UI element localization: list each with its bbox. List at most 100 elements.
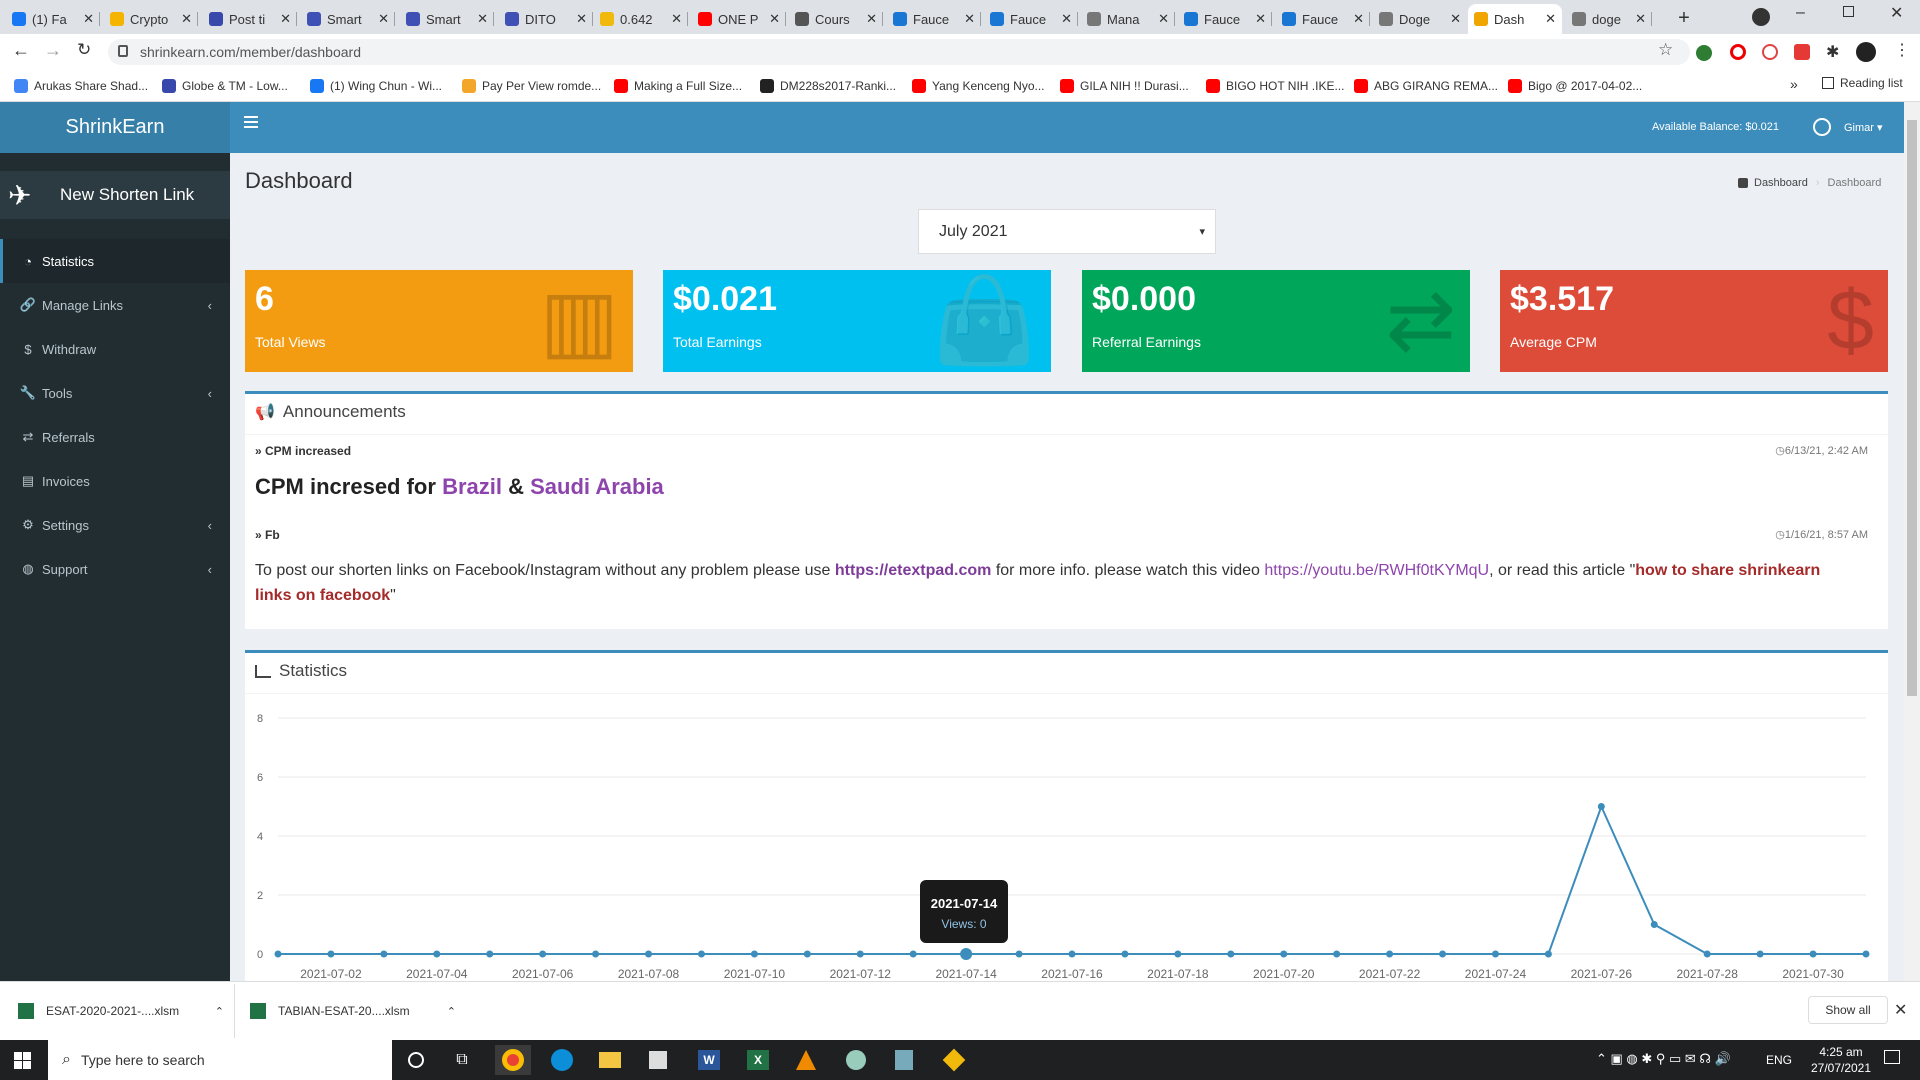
bookmark-item[interactable]: Arukas Share Shad... — [14, 76, 148, 96]
close-tab-icon[interactable]: ✕ — [1158, 11, 1169, 27]
extensions-puzzle-icon[interactable]: ✱ — [1826, 42, 1839, 62]
file-explorer-icon[interactable] — [592, 1045, 628, 1075]
show-all-button[interactable]: Show all — [1808, 996, 1888, 1024]
bookmark-star-icon[interactable]: ☆ — [1658, 40, 1673, 60]
user-menu[interactable]: Gimar ▾ — [1844, 121, 1883, 134]
browser-tab[interactable]: Fauce ✕ — [1276, 4, 1370, 34]
close-tab-icon[interactable]: ✕ — [280, 11, 291, 27]
close-window-button[interactable]: ✕ — [1890, 3, 1903, 23]
browser-tab[interactable]: Smart ✕ — [301, 4, 395, 34]
browser-tab[interactable]: Fauce ✕ — [984, 4, 1078, 34]
sidebar-item-referrals[interactable]: ⇄ Referrals — [0, 415, 230, 459]
new-shorten-link-button[interactable]: ✈ New Shorten Link — [0, 171, 230, 219]
close-tab-icon[interactable]: ✕ — [1353, 11, 1364, 27]
close-tab-icon[interactable]: ✕ — [1450, 11, 1461, 27]
address-bar[interactable]: shrinkearn.com/member/dashboard — [108, 39, 1690, 65]
download-item[interactable]: ESAT-2020-2021-....xlsm ⌃ — [18, 996, 228, 1026]
forward-icon[interactable]: → — [44, 40, 62, 61]
close-tab-icon[interactable]: ✕ — [83, 11, 94, 27]
taskbar-search[interactable]: ⌕ Type here to search — [48, 1040, 392, 1080]
browser-tab[interactable]: doge ✕ — [1566, 4, 1652, 34]
bookmarks-overflow-icon[interactable]: » — [1790, 76, 1798, 92]
language-indicator[interactable]: ENG — [1766, 1053, 1792, 1067]
bookmark-item[interactable]: Bigo @ 2017-04-02... — [1508, 76, 1642, 96]
sidebar-item-tools[interactable]: 🔧 Tools ‹ — [0, 371, 230, 415]
system-tray[interactable]: ⌃ ▣ ◍ ✱ ⚲ ▭ ✉ ☊ 🔊 — [1596, 1051, 1731, 1067]
bookmark-item[interactable]: DM228s2017-Ranki... — [760, 76, 896, 96]
bookmark-item[interactable]: GILA NIH !! Durasi... — [1060, 76, 1189, 96]
close-tab-icon[interactable]: ✕ — [1255, 11, 1266, 27]
close-tab-icon[interactable]: ✕ — [1635, 11, 1646, 27]
new-tab-button[interactable]: + — [1672, 6, 1696, 30]
maximize-button[interactable] — [1843, 6, 1854, 17]
scrollbar-thumb[interactable] — [1907, 120, 1917, 696]
browser-tab[interactable]: Dash ✕ — [1468, 4, 1562, 34]
download-item[interactable]: TABIAN-ESAT-20....xlsm ⌃ — [250, 996, 460, 1026]
back-icon[interactable]: ← — [12, 40, 30, 61]
profile-avatar[interactable] — [1856, 42, 1876, 62]
browser-tab[interactable]: Mana ✕ — [1081, 4, 1175, 34]
browser-tab[interactable]: DITO ✕ — [499, 4, 593, 34]
word-icon[interactable]: W — [691, 1045, 727, 1075]
sidebar-item-invoices[interactable]: ▤ Invoices — [0, 459, 230, 503]
bookmark-item[interactable]: Globe & TM - Low... — [162, 76, 288, 96]
app-icon-1[interactable] — [838, 1045, 874, 1075]
breadcrumb-link[interactable]: Dashboard — [1754, 177, 1808, 189]
bookmark-item[interactable]: ABG GIRANG REMA... — [1354, 76, 1498, 96]
bookmark-item[interactable]: Pay Per View romde... — [462, 76, 601, 96]
close-tab-icon[interactable]: ✕ — [866, 11, 877, 27]
month-select[interactable]: July 2021 ▾ — [918, 209, 1216, 254]
bookmark-item[interactable]: Making a Full Size... — [614, 76, 742, 96]
store-icon[interactable] — [640, 1045, 676, 1075]
reload-icon[interactable]: ↻ — [77, 40, 91, 60]
sidebar-item-withdraw[interactable]: $ Withdraw — [0, 327, 230, 371]
minimize-button[interactable]: – — [1796, 4, 1805, 22]
browser-tab[interactable]: ONE P ✕ — [692, 4, 786, 34]
sidebar-item-settings[interactable]: ⚙ Settings ‹ — [0, 503, 230, 547]
browser-tab[interactable]: Crypto ✕ — [104, 4, 198, 34]
close-tab-icon[interactable]: ✕ — [576, 11, 587, 27]
close-tab-icon[interactable]: ✕ — [964, 11, 975, 27]
browser-tab[interactable]: 0.642 ✕ — [594, 4, 688, 34]
sidebar-item-statistics[interactable]: ◔ Statistics — [0, 239, 230, 283]
browser-tab[interactable]: Cours ✕ — [789, 4, 883, 34]
close-tab-icon[interactable]: ✕ — [477, 11, 488, 27]
browser-tab[interactable]: (1) Fa ✕ — [6, 4, 100, 34]
bookmark-item[interactable]: Yang Kenceng Nyo... — [912, 76, 1045, 96]
excel-icon[interactable]: X — [740, 1045, 776, 1075]
clock[interactable]: 4:25 am 27/07/2021 — [1808, 1044, 1874, 1076]
close-tab-icon[interactable]: ✕ — [181, 11, 192, 27]
browser-tab[interactable]: Fauce ✕ — [1178, 4, 1272, 34]
extension-icon-2[interactable] — [1762, 44, 1778, 60]
brazil-link[interactable]: Brazil — [442, 474, 502, 499]
saudi-arabia-link[interactable]: Saudi Arabia — [530, 474, 664, 499]
tab-search-icon[interactable] — [1752, 8, 1770, 26]
browser-tab[interactable]: Doge ✕ — [1373, 4, 1467, 34]
close-tab-icon[interactable]: ✕ — [671, 11, 682, 27]
vlc-icon[interactable] — [788, 1045, 824, 1075]
binance-icon[interactable] — [936, 1045, 972, 1075]
etextpad-link[interactable]: https://etextpad.com — [835, 562, 991, 579]
browser-tab[interactable]: Post ti ✕ — [203, 4, 297, 34]
sidebar-item-support[interactable]: ◍ Support ‹ — [0, 547, 230, 591]
bookmark-item[interactable]: (1) Wing Chun - Wi... — [310, 76, 442, 96]
opera-icon[interactable] — [1730, 44, 1746, 60]
cortana-icon[interactable] — [398, 1045, 434, 1075]
reading-list[interactable]: Reading list — [1822, 76, 1903, 90]
bookmark-item[interactable]: BIGO HOT NIH .IKE... — [1206, 76, 1344, 96]
adblock-icon[interactable] — [1794, 44, 1810, 60]
chevron-up-icon[interactable]: ⌃ — [215, 1005, 224, 1018]
chrome-icon[interactable] — [495, 1045, 531, 1075]
notification-icon[interactable] — [1884, 1050, 1900, 1064]
close-tab-icon[interactable]: ✕ — [1545, 11, 1556, 27]
app-icon-2[interactable] — [886, 1045, 922, 1075]
browser-tab[interactable]: Smart ✕ — [400, 4, 494, 34]
windows-start-icon[interactable] — [14, 1052, 31, 1069]
menu-icon[interactable]: ⋮ — [1894, 40, 1910, 60]
power-icon[interactable] — [1813, 118, 1831, 136]
browser-tab[interactable]: Fauce ✕ — [887, 4, 981, 34]
edge-icon[interactable] — [544, 1045, 580, 1075]
youtube-link[interactable]: https://youtu.be/RWHf0tKYMqU — [1264, 562, 1489, 579]
sidebar-item-manage-links[interactable]: 🔗 Manage Links ‹ — [0, 283, 230, 327]
close-tab-icon[interactable]: ✕ — [378, 11, 389, 27]
